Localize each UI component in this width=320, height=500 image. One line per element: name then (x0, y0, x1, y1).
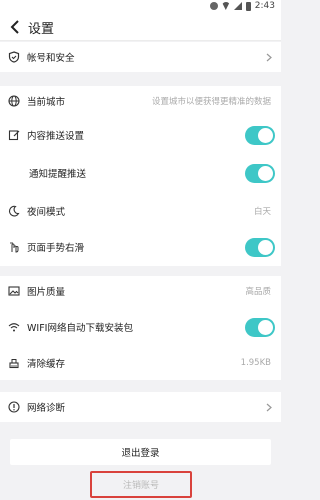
status-time: 2:43 (254, 1, 275, 11)
row-network-diagnosis[interactable]: 网络诊断 (0, 392, 281, 422)
app-bar: 设置 (0, 14, 281, 41)
settings-group-media: 图片质量 高品质 WIFI网络自动下载安装包 清除缓存 1.95KB (0, 276, 281, 380)
row-value: 高品质 (245, 287, 271, 297)
notification-icon (209, 2, 218, 10)
row-label: WIFI网络自动下载安装包 (27, 323, 133, 334)
status-bar: 2:43 (0, 0, 281, 14)
row-account-security[interactable]: 帐号和安全 (0, 42, 281, 72)
info-icon (8, 401, 20, 413)
highlight-box: 注销账号 (90, 471, 192, 498)
content-push-toggle[interactable] (245, 125, 275, 145)
globe-icon (8, 95, 20, 107)
chevron-left-icon (10, 20, 19, 34)
row-label: 清除缓存 (27, 359, 66, 370)
hand-gesture-icon (8, 241, 20, 253)
row-label: 网络诊断 (27, 403, 66, 414)
row-value: 设置城市以便获得更精准的数据 (151, 97, 271, 107)
row-content-push: 内容推送设置 (0, 120, 281, 150)
notify-push-toggle[interactable] (245, 163, 275, 183)
broom-icon (8, 357, 20, 369)
signal-icon (233, 2, 242, 10)
swipe-right-toggle[interactable] (245, 237, 275, 257)
settings-group-general: 当前城市 设置城市以便获得更精准的数据 内容推送设置 通知提醒推送 夜间模式 白… (0, 86, 281, 266)
row-value: 1.95KB (240, 358, 271, 368)
row-label: 图片质量 (27, 287, 66, 298)
toggle-knob (258, 127, 273, 143)
row-notify-push: 通知提醒推送 (0, 158, 281, 188)
row-label: 当前城市 (27, 97, 66, 108)
row-image-quality[interactable]: 图片质量 高品质 (0, 276, 281, 306)
settings-group-network: 网络诊断 (0, 392, 281, 422)
row-value: 白天 (253, 207, 271, 217)
chevron-right-icon (265, 402, 273, 412)
settings-group-account: 帐号和安全 (0, 42, 281, 72)
row-clear-cache[interactable]: 清除缓存 1.95KB (0, 348, 281, 378)
wifi-status-icon (221, 2, 230, 10)
battery-icon (245, 1, 251, 11)
row-night-mode[interactable]: 夜间模式 白天 (0, 196, 281, 226)
logout-button[interactable]: 退出登录 (10, 439, 271, 465)
row-wifi-download: WIFI网络自动下载安装包 (0, 312, 281, 342)
wifi-download-toggle[interactable] (245, 317, 275, 337)
wifi-icon (8, 321, 20, 333)
row-label: 内容推送设置 (27, 131, 85, 142)
chevron-right-icon (265, 52, 273, 62)
toggle-knob (258, 319, 273, 335)
image-icon (8, 285, 20, 297)
row-label: 夜间模式 (27, 207, 66, 218)
edit-icon (8, 129, 20, 141)
row-label: 页面手势右滑 (27, 243, 85, 254)
moon-icon (8, 205, 20, 217)
cancel-account-button[interactable]: 注销账号 (92, 473, 190, 496)
row-label: 通知提醒推送 (29, 169, 87, 180)
back-button[interactable] (6, 17, 24, 37)
shield-icon (8, 51, 20, 63)
toggle-knob (258, 165, 273, 181)
row-swipe-right: 页面手势右滑 (0, 232, 281, 262)
page-title: 设置 (28, 22, 55, 37)
toggle-knob (258, 239, 273, 255)
row-label: 帐号和安全 (27, 53, 75, 64)
row-current-city[interactable]: 当前城市 设置城市以便获得更精准的数据 (0, 86, 281, 116)
